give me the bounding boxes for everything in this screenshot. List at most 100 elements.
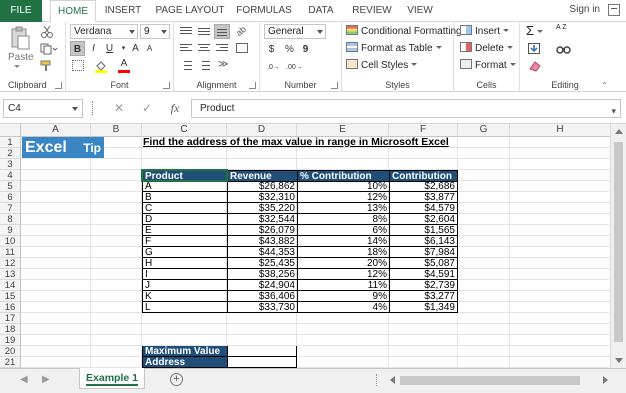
revenue-cell[interactable]: $36,406 xyxy=(227,291,297,302)
borders-icon[interactable] xyxy=(72,60,84,71)
tab-review[interactable]: REVIEW xyxy=(348,0,396,22)
product-cell[interactable]: E xyxy=(142,225,227,236)
fill-icon[interactable] xyxy=(528,43,540,54)
row-header[interactable]: 11 xyxy=(0,247,21,258)
formula-bar-resize-handle[interactable] xyxy=(92,101,95,115)
horizontal-scrollbar[interactable] xyxy=(388,375,610,386)
add-sheet-icon[interactable]: + xyxy=(170,373,183,386)
row-header[interactable]: 14 xyxy=(0,280,21,291)
contribution-cell[interactable]: $2,739 xyxy=(389,280,458,291)
format-as-table-button[interactable]: Format as Table xyxy=(346,41,442,56)
row-header[interactable]: 13 xyxy=(0,269,21,280)
contribution-cell[interactable]: $2,686 xyxy=(389,181,458,192)
revenue-cell[interactable]: $24,904 xyxy=(227,280,297,291)
address-cell[interactable] xyxy=(227,357,297,368)
tab-formulas[interactable]: FORMULAS xyxy=(234,0,294,22)
product-cell[interactable]: J xyxy=(142,280,227,291)
row-header[interactable]: 8 xyxy=(0,214,21,225)
format-painter-icon[interactable] xyxy=(40,60,54,72)
revenue-cell[interactable]: $33,730 xyxy=(227,302,297,313)
contribution-cell[interactable]: $4,591 xyxy=(389,269,458,280)
italic-button[interactable]: I xyxy=(86,41,101,56)
decrease-decimal-icon[interactable]: .00→ xyxy=(286,60,303,75)
pct-contribution-cell[interactable]: 12% xyxy=(297,269,389,280)
column-header-a[interactable]: A xyxy=(21,124,91,137)
scroll-left-icon[interactable] xyxy=(390,376,395,384)
address-label[interactable]: Address xyxy=(142,357,227,368)
tab-page-layout[interactable]: PAGE LAYOUT xyxy=(152,0,228,22)
revenue-cell[interactable]: $26,079 xyxy=(227,225,297,236)
merge-center-icon[interactable] xyxy=(236,43,248,53)
increase-font-button[interactable]: A xyxy=(128,41,143,56)
number-launcher-icon[interactable] xyxy=(331,82,338,89)
orientation-icon[interactable]: ab xyxy=(234,24,248,38)
delete-cells-button[interactable]: Delete xyxy=(460,41,513,56)
revenue-cell[interactable]: $32,310 xyxy=(227,192,297,203)
underline-button[interactable]: U xyxy=(102,41,117,56)
contribution-cell[interactable]: $1,565 xyxy=(389,225,458,236)
row-header[interactable]: 16 xyxy=(0,302,21,313)
row-header[interactable]: 17 xyxy=(0,313,21,324)
enter-icon[interactable]: ✓ xyxy=(138,99,156,118)
row-header[interactable]: 10 xyxy=(0,236,21,247)
row-header[interactable]: 2 xyxy=(0,148,21,159)
revenue-cell[interactable]: $25,435 xyxy=(227,258,297,269)
contribution-cell[interactable]: $2,604 xyxy=(389,214,458,225)
number-format-select[interactable]: General xyxy=(264,24,326,39)
cell-styles-button[interactable]: Cell Styles xyxy=(346,58,418,73)
row-header[interactable]: 19 xyxy=(0,335,21,346)
font-launcher-icon[interactable] xyxy=(163,82,170,89)
contribution-cell[interactable]: $6,143 xyxy=(389,236,458,247)
wrap-text-icon[interactable]: ≫ xyxy=(218,59,228,70)
row-header[interactable]: 5 xyxy=(0,181,21,192)
tab-insert[interactable]: INSERT xyxy=(100,0,146,22)
align-bottom-icon[interactable] xyxy=(214,24,230,39)
select-all-corner[interactable] xyxy=(0,124,21,137)
minimize-ribbon-icon[interactable] xyxy=(608,4,620,16)
increase-indent-icon[interactable] xyxy=(198,61,210,70)
cancel-icon[interactable]: ✕ xyxy=(110,99,128,118)
font-color-icon[interactable]: A xyxy=(118,59,130,73)
align-middle-icon[interactable] xyxy=(198,27,210,36)
column-header-h[interactable]: H xyxy=(510,124,610,137)
align-center-icon[interactable] xyxy=(198,44,210,53)
paste-icon[interactable] xyxy=(10,26,30,50)
row-header[interactable]: 18 xyxy=(0,324,21,335)
revenue-cell[interactable]: $26,862 xyxy=(227,181,297,192)
product-cell[interactable]: K xyxy=(142,291,227,302)
max-value-label[interactable]: Maximum Value xyxy=(142,346,227,357)
pct-contribution-cell[interactable]: 14% xyxy=(297,236,389,247)
pct-contribution-cell[interactable]: 10% xyxy=(297,181,389,192)
scroll-up-icon[interactable] xyxy=(615,129,623,134)
expand-formula-bar-icon[interactable]: ▾ xyxy=(611,103,616,120)
decrease-font-button[interactable]: A xyxy=(142,41,157,56)
pct-contribution-cell[interactable]: 9% xyxy=(297,291,389,302)
font-size-select[interactable]: 9 xyxy=(140,24,170,39)
bold-button[interactable]: B xyxy=(70,41,85,56)
column-header-b[interactable]: B xyxy=(91,124,142,137)
contribution-cell[interactable]: $5,087 xyxy=(389,258,458,269)
product-cell[interactable]: A xyxy=(142,181,227,192)
clear-icon[interactable] xyxy=(528,60,542,72)
pct-contribution-cell[interactable]: 11% xyxy=(297,280,389,291)
tab-home[interactable]: HOME xyxy=(50,0,96,23)
worksheet-grid[interactable]: A B C D E F G H 1 2 3 4 5 6 7 8 9 10 11 … xyxy=(0,124,626,368)
revenue-cell[interactable]: $43,882 xyxy=(227,236,297,247)
max-value-cell[interactable] xyxy=(227,346,297,357)
product-cell[interactable]: B xyxy=(142,192,227,203)
revenue-cell[interactable]: $38,256 xyxy=(227,269,297,280)
align-left-icon[interactable] xyxy=(180,44,192,53)
align-right-icon[interactable] xyxy=(216,44,228,53)
copy-icon[interactable] xyxy=(40,43,58,55)
font-name-select[interactable]: Verdana xyxy=(70,24,138,39)
tab-file[interactable]: FILE xyxy=(0,0,42,22)
row-header[interactable]: 3 xyxy=(0,159,21,170)
name-box[interactable]: C4 xyxy=(3,99,83,118)
next-sheet-icon[interactable]: ▶ xyxy=(42,374,50,385)
product-cell[interactable]: G xyxy=(142,247,227,258)
autosum-button[interactable]: Σ xyxy=(526,23,544,38)
row-header[interactable]: 12 xyxy=(0,258,21,269)
row-header[interactable]: 9 xyxy=(0,225,21,236)
contribution-cell[interactable]: $4,579 xyxy=(389,203,458,214)
align-top-icon[interactable] xyxy=(180,27,192,36)
